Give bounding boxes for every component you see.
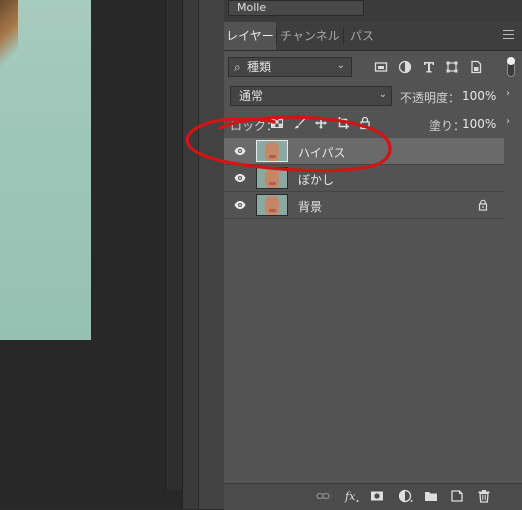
panel-menu-icon[interactable] <box>503 30 514 40</box>
layer-name: 背景 <box>298 200 323 214</box>
font-row: Molle <box>224 0 522 22</box>
adjustment-layer-icon[interactable] <box>398 489 413 503</box>
pixel-filter-icon[interactable] <box>374 60 388 74</box>
lock-row: ロック： 塗り： 100% › <box>224 114 522 134</box>
opacity-dropdown-icon[interactable]: › <box>506 88 510 99</box>
filter-kind-select[interactable]: ⌕ 種類 ⌄ <box>228 57 352 77</box>
eye-icon[interactable] <box>234 145 246 157</box>
panel-tabs: レイヤー チャンネル パス <box>224 22 522 51</box>
layer-list: ハイパス ぼかし 背景 <box>224 138 504 219</box>
new-group-folder-icon[interactable] <box>424 489 438 503</box>
lock-position-icon[interactable] <box>314 116 328 130</box>
text-filter-icon[interactable] <box>422 60 436 74</box>
layer-thumbnail <box>256 167 288 189</box>
layers-scrollbar[interactable] <box>504 138 522 480</box>
adjustment-filter-icon[interactable] <box>398 60 412 74</box>
fill-label: 塗り： <box>429 119 466 133</box>
lock-icon <box>478 199 488 211</box>
layer-name: ハイパス <box>298 146 346 160</box>
font-family-field[interactable]: Molle <box>228 0 364 16</box>
chevron-down-icon: ⌄ <box>336 60 345 71</box>
eye-icon[interactable] <box>234 172 246 184</box>
filter-toggle-switch[interactable] <box>507 57 515 77</box>
tab-layers[interactable]: レイヤー <box>224 22 276 50</box>
shape-filter-icon[interactable] <box>445 60 459 74</box>
new-layer-icon[interactable] <box>450 489 464 503</box>
link-layers-icon[interactable] <box>316 489 330 503</box>
layer-style-fx-icon[interactable]: fx <box>344 489 359 503</box>
lock-transparent-pixels-icon[interactable] <box>271 116 285 130</box>
blend-mode-select[interactable]: 通常 ⌄ <box>230 86 392 106</box>
layer-filter-row: ⌕ 種類 ⌄ <box>224 57 522 81</box>
document-canvas[interactable] <box>0 0 182 509</box>
layer-thumbnail <box>256 194 288 216</box>
layers-panel: Molle レイヤー チャンネル パス ⌕ 種類 ⌄ 通常 ⌄ 不透明度： 10… <box>224 0 522 510</box>
canvas-image-detail <box>0 0 18 80</box>
chevron-down-icon: ⌄ <box>378 89 387 100</box>
lock-image-pixels-icon[interactable] <box>293 116 307 130</box>
blend-mode-value: 通常 <box>239 89 264 103</box>
crop-lock-icon[interactable] <box>336 116 350 130</box>
svg-text:fx: fx <box>344 490 356 503</box>
eye-icon[interactable] <box>234 199 246 211</box>
layer-row-high-pass[interactable]: ハイパス <box>224 138 504 165</box>
add-mask-icon[interactable] <box>370 489 384 503</box>
canvas-scroll-strip[interactable] <box>165 0 183 490</box>
tab-paths[interactable]: パス <box>344 22 380 50</box>
blend-row: 通常 ⌄ 不透明度： 100% › <box>224 86 522 108</box>
smart-object-filter-icon[interactable] <box>469 60 483 74</box>
layer-thumbnail <box>256 140 288 162</box>
tab-channels[interactable]: チャンネル <box>277 22 343 50</box>
delete-trash-icon[interactable] <box>477 489 491 503</box>
opacity-field[interactable]: 100% <box>462 89 496 103</box>
layer-row-blur[interactable]: ぼかし <box>224 165 504 192</box>
lock-all-icon[interactable] <box>359 116 373 130</box>
layers-bottom-toolbar: fx <box>224 483 522 510</box>
fill-field[interactable]: 100% <box>462 117 496 131</box>
layer-name: ぼかし <box>298 173 335 187</box>
layer-row-background[interactable]: 背景 <box>224 192 504 219</box>
search-icon: ⌕ <box>234 60 241 74</box>
fill-dropdown-icon[interactable]: › <box>506 116 510 127</box>
filter-kind-label: 種類 <box>247 60 272 74</box>
opacity-label: 不透明度： <box>400 91 461 105</box>
panel-dock-gutter <box>198 0 225 509</box>
